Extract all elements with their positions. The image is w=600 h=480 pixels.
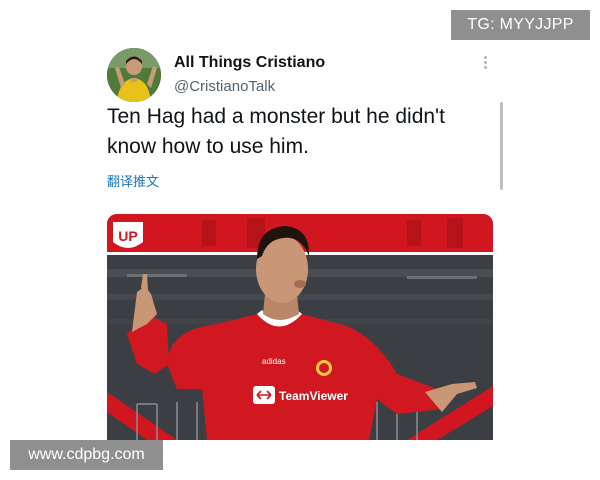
tweet-media-image[interactable]: UP adidas TeamViewer [107, 214, 493, 440]
avatar[interactable] [107, 48, 161, 102]
club-crest-icon [316, 360, 332, 376]
watermark-top: TG: MYYJJPP [451, 10, 590, 40]
logo-text: UP [118, 228, 137, 244]
translate-tweet-link[interactable]: 翻译推文 [107, 171, 159, 190]
more-dots-icon[interactable] [480, 56, 490, 74]
tweet-text: Ten Hag had a monster but he didn't know… [107, 105, 445, 158]
tweet-screenshot: TG: MYYJJPP All Things Cristiano @Cristi… [0, 0, 600, 480]
jersey-brand: adidas [262, 357, 286, 366]
jersey-sponsor: TeamViewer [279, 389, 348, 403]
author-handle[interactable]: @CristianoTalk [174, 78, 275, 95]
up-logo-icon: UP [113, 222, 143, 248]
author-display-name[interactable]: All Things Cristiano [174, 54, 325, 72]
sponsor-logo: TeamViewer [253, 386, 348, 404]
media-graphic: UP adidas TeamViewer [107, 214, 493, 440]
scrollbar[interactable] [500, 102, 503, 190]
avatar-image [107, 48, 161, 102]
watermark-bottom: www.cdpbg.com [10, 440, 163, 470]
